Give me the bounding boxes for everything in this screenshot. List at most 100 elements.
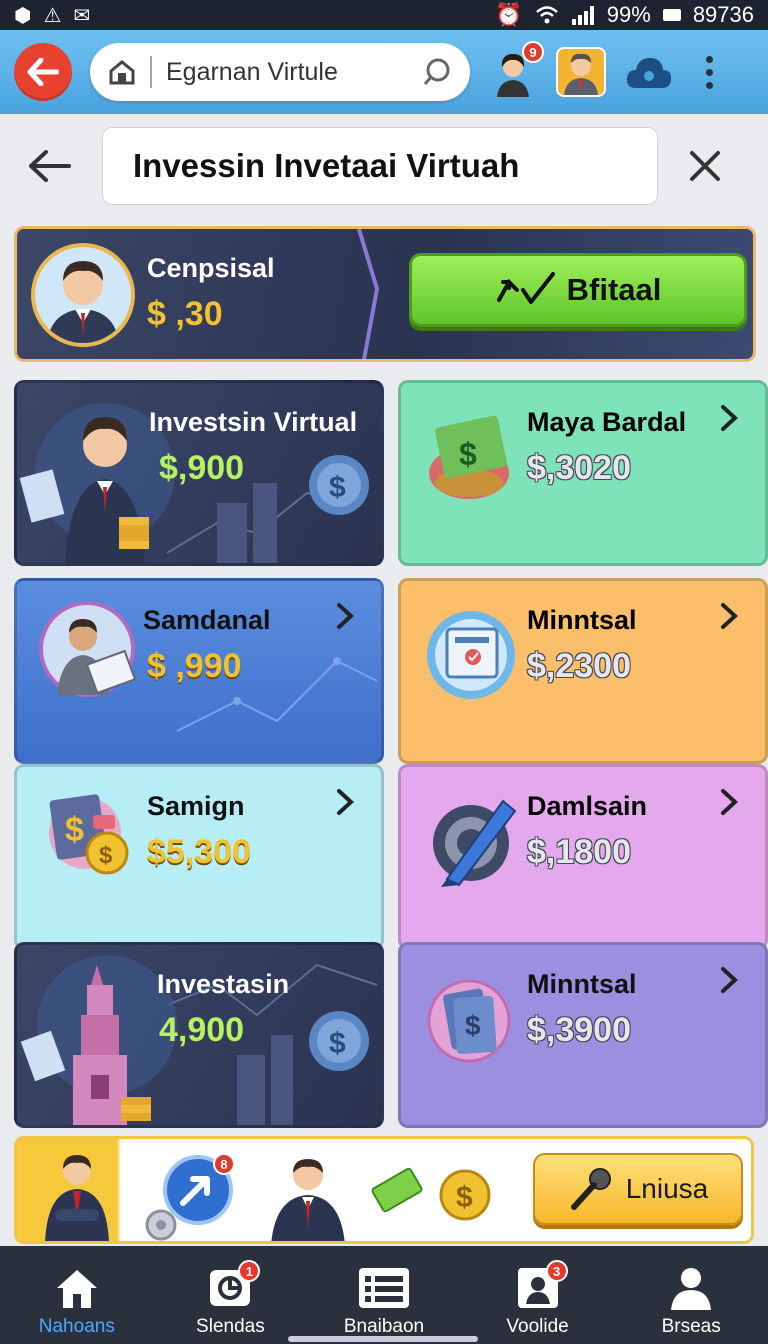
svg-text:$: $ — [459, 436, 477, 472]
investment-card-investasin[interactable]: $ Investasin 4,900 — [14, 942, 384, 1128]
profile-action-button[interactable]: Bfitaal — [409, 253, 747, 327]
card-amount: $,2300 — [527, 647, 631, 685]
man-avatar-icon — [564, 53, 598, 95]
nav-item-voolide[interactable]: 3 Voolide — [463, 1246, 613, 1344]
notification-badge: 9 — [522, 41, 544, 63]
businessman-avatar-icon — [47, 261, 119, 343]
chevron-right-icon — [337, 789, 354, 815]
arrow-left-icon — [27, 58, 59, 86]
card-title: Maya Bardal — [527, 407, 687, 437]
battery-icon — [662, 9, 681, 21]
nav-badge: 3 — [545, 1260, 568, 1282]
businessman-arms-crossed-icon — [45, 1155, 109, 1241]
svg-text:$: $ — [465, 1010, 481, 1041]
promo-action-label: Lniusa — [625, 1173, 709, 1204]
card-amount: 4,900 — [159, 1011, 245, 1049]
card-title: Samign — [147, 791, 245, 821]
card-title: Damlsain — [527, 791, 648, 821]
nav-label: Slendas — [196, 1316, 265, 1337]
nav-label: Brseas — [661, 1316, 721, 1337]
profile-avatar[interactable] — [556, 47, 606, 97]
investment-card-minntsal[interactable]: Minntsal $,2300 — [398, 578, 768, 764]
profile-name: Cenpsisal — [147, 253, 275, 283]
status-clock: 89736 — [692, 2, 754, 27]
status-bar: ⬢ ⚠ ✉ ⏰ 99% 89736 — [0, 0, 768, 30]
investment-card-virtual[interactable]: $ Investsin Virtual $,900 — [14, 380, 384, 566]
back-arrow-icon[interactable] — [26, 148, 72, 184]
investment-card-minntsal-2[interactable]: $ Minntsal $,3900 — [398, 942, 768, 1128]
gold-coin-icon: $ — [439, 1169, 491, 1221]
app-notification-icon: ⬢ — [14, 4, 32, 27]
home-indicator[interactable] — [288, 1336, 478, 1342]
businessman-icon — [271, 1159, 345, 1241]
card-title: Samdanal — [143, 605, 271, 635]
nav-item-slendas[interactable]: 1 Slendas — [155, 1246, 305, 1344]
wallet-coin-icon: $$ — [49, 794, 129, 875]
cloud-icon[interactable] — [624, 52, 674, 92]
share-badge: 8 — [213, 1153, 235, 1175]
promo-action-button[interactable]: Lniusa — [533, 1153, 743, 1225]
microphone-icon — [570, 1168, 611, 1210]
investment-card-samdanal[interactable]: Samdanal $ ,990 — [14, 578, 384, 764]
nav-badge: 1 — [238, 1260, 261, 1282]
home-icon — [56, 1270, 97, 1308]
svg-text:$: $ — [329, 471, 346, 504]
banknote-icon: $ — [427, 979, 511, 1063]
reader-avatar-icon — [39, 601, 137, 697]
home-icon — [109, 60, 135, 85]
bottom-navigation: Nahoans 1 Slendas Bnaibaon 3 Voolide Brs… — [0, 1246, 768, 1344]
user-icon — [671, 1268, 712, 1310]
promo-strip: 8 $ Lniusa — [14, 1136, 754, 1244]
signal-icon — [571, 6, 594, 25]
share-button[interactable]: 8 — [163, 1153, 235, 1225]
user-avatar — [31, 243, 135, 347]
nav-item-bnaibaon[interactable]: Bnaibaon — [309, 1246, 459, 1344]
page-header: Invessin Invetaai Virtuah — [0, 114, 768, 218]
nav-label: Nahoans — [38, 1316, 115, 1337]
address-bar[interactable]: Egarnan Virtule — [90, 43, 470, 101]
svg-text:$: $ — [99, 842, 113, 869]
arrow-check-icon — [496, 272, 555, 304]
battery-percent: 99% — [606, 2, 651, 27]
card-title: Investsin Virtual — [149, 407, 358, 437]
more-options-icon[interactable] — [706, 55, 713, 89]
notifications-avatar[interactable]: 9 — [488, 41, 544, 97]
svg-text:$: $ — [65, 811, 84, 849]
address-divider — [150, 56, 152, 88]
chevron-right-icon — [721, 603, 738, 629]
profile-action-label: Bfitaal — [566, 272, 662, 307]
nav-label: Voolide — [506, 1316, 569, 1337]
gear-pen-icon — [433, 799, 517, 887]
chevron-right-icon — [721, 405, 738, 431]
investment-card-damlsain[interactable]: Damlsain $,1800 — [398, 764, 768, 950]
profile-banner: Cenpsisal $ ,30 Bfitaal — [14, 226, 756, 362]
svg-text:$: $ — [456, 1181, 473, 1214]
url-text: Egarnan Virtule — [166, 57, 338, 86]
close-icon[interactable] — [688, 149, 722, 183]
card-amount: $,3020 — [527, 449, 631, 487]
warning-icon: ⚠ — [43, 4, 62, 27]
browser-toolbar: Egarnan Virtule 9 — [0, 30, 768, 114]
card-amount: $,3900 — [527, 1011, 631, 1049]
chevron-right-icon — [721, 967, 738, 993]
browser-back-button[interactable] — [14, 43, 72, 101]
investment-card-maya-bardal[interactable]: $ Maya Bardal $,3020 — [398, 380, 768, 566]
mail-notification-icon: ✉ — [73, 4, 91, 27]
nav-label: Bnaibaon — [343, 1316, 425, 1337]
nav-item-home[interactable]: Nahoans — [2, 1246, 152, 1344]
chevron-right-icon — [721, 789, 738, 815]
card-amount: $,1800 — [527, 833, 631, 871]
card-amount: $,900 — [159, 449, 245, 487]
card-title: Minntsal — [527, 605, 637, 635]
list-icon — [358, 1268, 409, 1308]
decorative-zigzag — [357, 229, 380, 359]
search-icon[interactable] — [422, 57, 452, 87]
alarm-icon: ⏰ — [495, 2, 523, 27]
money-stack-icon: $ — [429, 415, 509, 499]
investment-card-samign[interactable]: $ $ Samign $5,300 — [14, 764, 384, 950]
nav-item-brseas[interactable]: Brseas — [616, 1246, 766, 1344]
card-amount: $ ,990 — [147, 647, 242, 685]
svg-text:$: $ — [329, 1027, 346, 1060]
card-title: Minntsal — [527, 969, 637, 999]
card-title: Investasin — [157, 969, 290, 999]
